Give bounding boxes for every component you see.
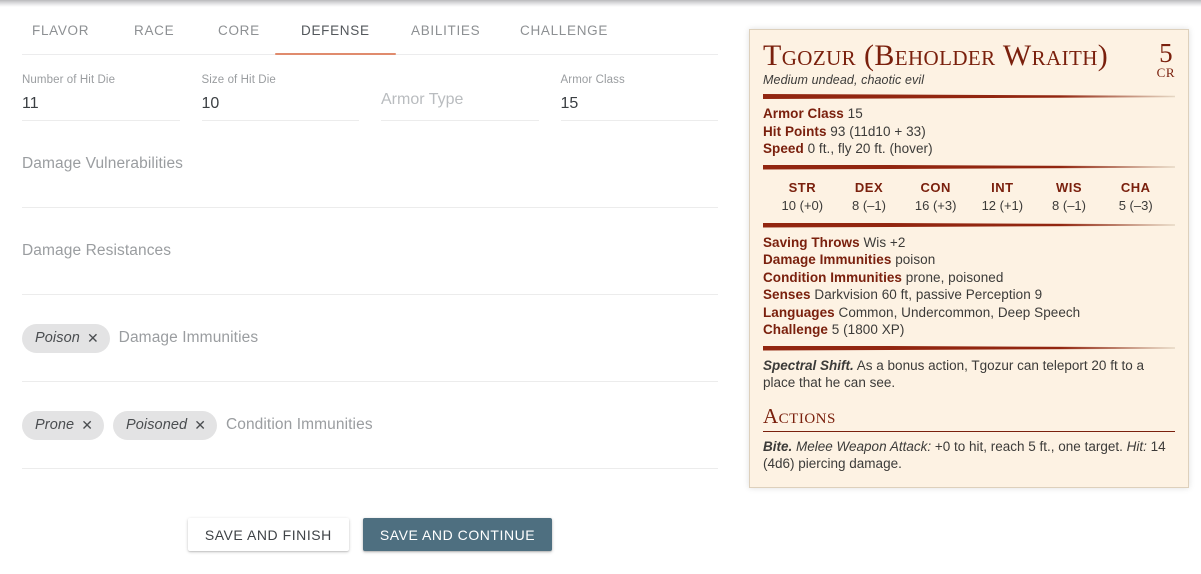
armor-class-input[interactable]: 15 [561,87,719,117]
tab-abilities[interactable]: ABILITIES [405,7,486,54]
ability-value: 8 (–1) [1052,197,1086,213]
save-and-finish-button[interactable]: SAVE AND FINISH [187,518,349,551]
ability-str: STR 10 (+0) [769,179,836,215]
statblock-creature-name: Tgozur (Beholder Wraith) [763,39,1109,72]
armor-class-field[interactable]: Armor Class 15 [560,74,719,121]
statblock-condition-immunities: Condition Immunities prone, poisoned [763,269,1004,285]
number-of-hit-die-label: Number of Hit Die [22,74,116,86]
chip-remove-icon[interactable]: ✕ [81,418,93,432]
armor-class-label: Armor Class [560,74,625,86]
tab-race[interactable]: RACE [128,7,180,54]
ability-name: INT [991,179,1014,195]
ability-value: 8 (–1) [852,197,886,213]
chip-label: Poison [35,330,80,346]
statblock-hit-points: Hit Points 93 (11d10 + 33) [763,123,926,139]
save-and-continue-button[interactable]: SAVE AND CONTINUE [362,518,553,551]
action-attack-type: Melee Weapon Attack: [792,438,932,454]
ability-wis: WIS 8 (–1) [1036,179,1103,215]
action-hit-label: Hit: [1126,438,1147,454]
chip-label: Prone [35,417,75,433]
ability-name: DEX [854,179,884,195]
builder-tab-bar: FLAVOR RACE CORE DEFENSE ABILITIES CHALLENGE [22,7,718,55]
tab-core[interactable]: CORE [212,7,266,54]
statblock-challenge: Challenge 5 (1800 XP) [763,322,905,337]
ability-name: WIS [1055,179,1083,195]
statblock-armor-class: Armor Class 15 [763,106,863,121]
chip-prone[interactable]: Prone ✕ [22,410,104,440]
statblock-speed: Speed 0 ft., fly 20 ft. (hover) [763,141,933,156]
tab-challenge[interactable]: CHALLENGE [514,7,614,54]
tag-field-damage-vulnerabilities[interactable]: Damage Vulnerabilities [22,121,718,208]
chip-poison[interactable]: Poison ✕ [22,323,110,353]
number-of-hit-die-input[interactable]: 11 [22,87,180,117]
tag-field-placeholder: Damage Vulnerabilities [22,155,184,172]
tag-field-damage-immunities[interactable]: Poison ✕ Damage Immunities [22,295,718,382]
chip-remove-icon[interactable]: ✕ [87,331,99,345]
challenge-rating-badge: 5 CR [1157,40,1175,80]
tab-defense[interactable]: DEFENSE [295,7,376,54]
actions-section-title: Actions [763,404,1175,432]
tag-field-damage-resistances[interactable]: Damage Resistances [22,208,718,295]
armor-type-placeholder: Armor Type [381,91,464,108]
action-bite: Bite. Melee Weapon Attack: +0 to hit, re… [763,438,1166,472]
statblock-actions: Bite. Melee Weapon Attack: +0 to hit, re… [763,438,1175,473]
statblock-languages: Languages Common, Undercommon, Deep Spee… [763,304,1081,320]
ability-con: CON 16 (+3) [902,179,969,215]
feature-name: Spectral Shift. [763,357,854,373]
feature-spectral-shift: Spectral Shift. As a bonus action, Tgozu… [763,357,1144,391]
divider-rule-top [763,94,1175,99]
ability-name: CHA [1120,179,1151,195]
size-of-hit-die-input[interactable]: 10 [202,87,360,117]
ability-dex: DEX 8 (–1) [836,179,903,215]
ability-value: 10 (+0) [781,197,824,213]
active-tab-underline [275,53,396,55]
chip-remove-icon[interactable]: ✕ [194,418,206,432]
header-shadow-strip [0,0,1201,7]
ability-cha: CHA 5 (–3) [1102,179,1169,215]
tab-flavor[interactable]: FLAVOR [26,7,95,54]
ability-name: STR [788,179,817,195]
divider-rule-abilities-bottom [763,222,1175,228]
challenge-rating-label: CR [1156,65,1175,80]
challenge-rating-value: 5 [1159,38,1173,68]
tag-field-placeholder: Damage Immunities [118,329,259,346]
divider-rule-features [763,345,1175,351]
statblock-saving-throws: Saving Throws Wis +2 [763,234,906,250]
statblock-preview: Tgozur (Beholder Wraith) Medium undead, … [749,29,1189,488]
statblock-core-stats: Armor Class 15 Hit Points 93 (11d10 + 33)… [763,105,1175,158]
ability-value: 16 (+3) [914,197,957,213]
ability-int: INT 12 (+1) [969,179,1036,215]
ability-value: 5 (–3) [1118,197,1153,213]
chip-label: Poisoned [125,417,188,433]
chip-poisoned[interactable]: Poisoned ✕ [112,410,217,440]
size-of-hit-die-field[interactable]: Size of Hit Die 10 [201,74,360,121]
statblock-features: Spectral Shift. As a bonus action, Tgozu… [763,357,1175,392]
monster-builder-page: FLAVOR RACE CORE DEFENSE ABILITIES CHALLENGE … [0,0,1201,574]
defense-form-pane: FLAVOR RACE CORE DEFENSE ABILITIES CHALLENGE … [0,7,740,574]
number-of-hit-die-field[interactable]: Number of Hit Die 11 [22,74,180,121]
statblock-header: Tgozur (Beholder Wraith) Medium undead, … [763,39,1175,88]
ability-name: CON [920,179,951,195]
ability-value: 12 (+1) [981,197,1024,213]
statblock-senses: Senses Darkvision 60 ft, passive Percept… [763,287,1043,302]
size-of-hit-die-label: Size of Hit Die [201,74,276,86]
divider-rule-abilities-top [763,164,1175,170]
armor-type-field[interactable]: Armor Type [381,74,539,121]
immunities-tag-fields: Damage Vulnerabilities Damage Resistances… [0,121,740,469]
statblock-ability-scores: STR 10 (+0) DEX 8 (–1) CON 16 (+3) INT 12 (+1) W… [763,176,1175,216]
hit-die-armor-field-row: Number of Hit Die 11 Size of Hit Die 10 … [22,55,718,121]
tag-field-condition-immunities[interactable]: Prone ✕ Poisoned ✕ Condition Immunities [22,382,718,469]
tag-field-placeholder: Damage Resistances [22,242,172,259]
tag-field-placeholder: Condition Immunities [225,416,373,433]
action-name: Bite. [763,438,793,454]
statblock-damage-immunities: Damage Immunities poison [763,252,936,267]
form-action-buttons: SAVE AND FINISH SAVE AND CONTINUE [0,518,740,551]
statblock-creature-meta: Medium undead, chaotic evil [763,73,925,87]
statblock-traits: Saving Throws Wis +2 Damage Immunities po… [763,234,1175,339]
